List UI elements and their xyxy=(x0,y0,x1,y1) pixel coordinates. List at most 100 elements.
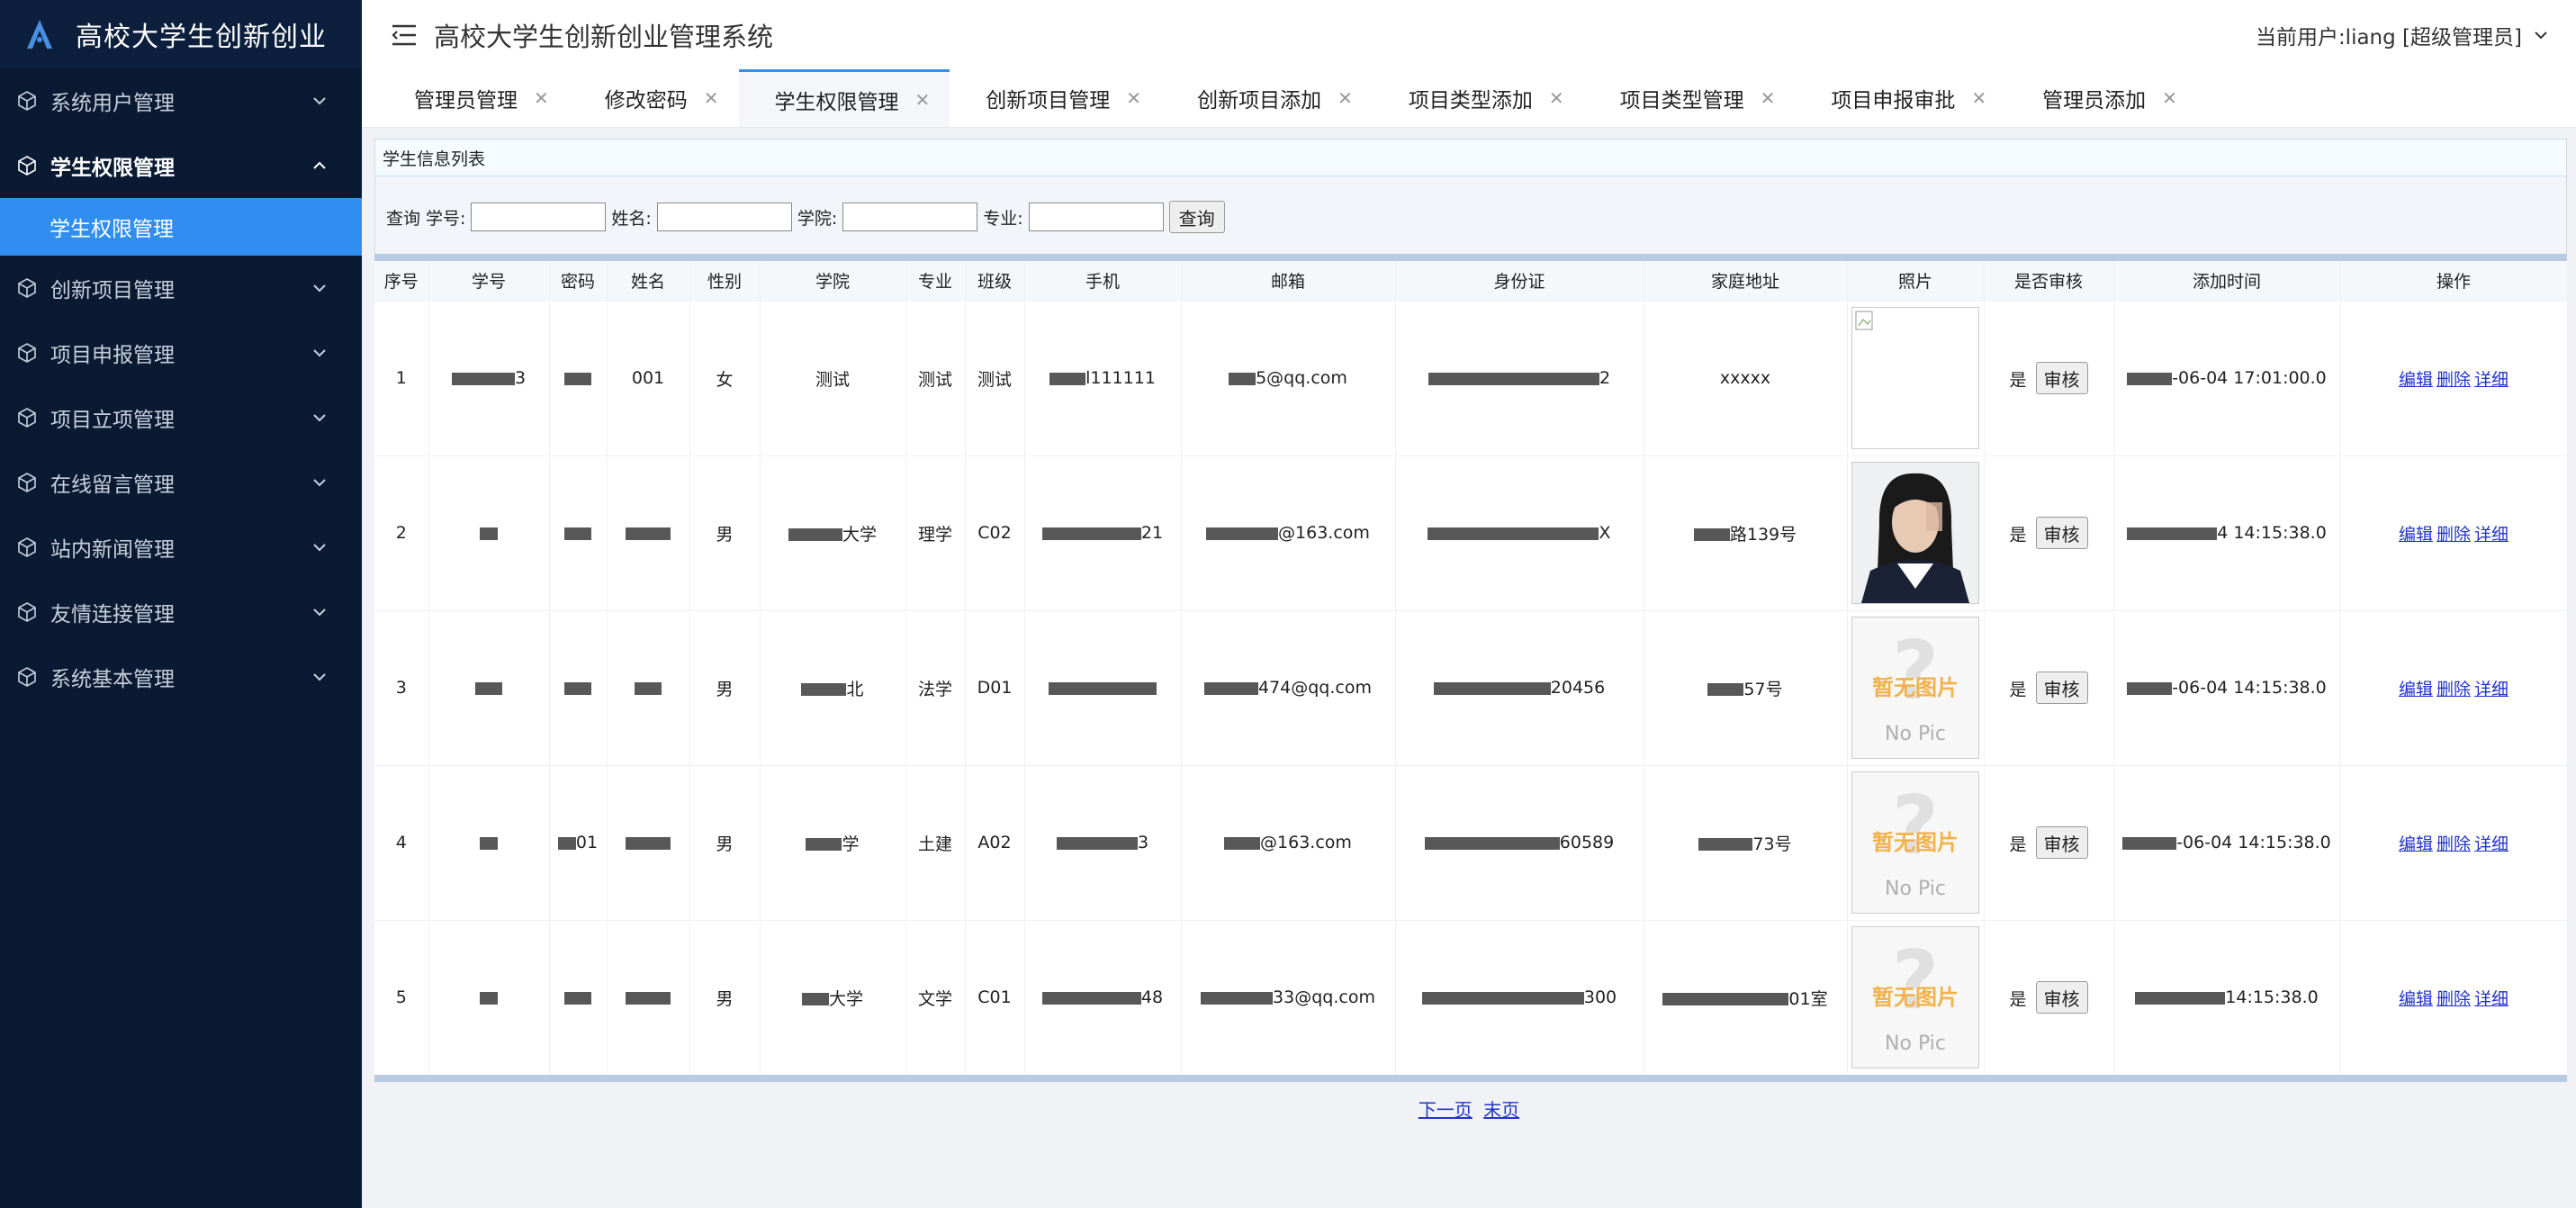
table-header-row: 序号 学号 密码 姓名 性别 学院 专业 班级 手机 邮箱 身份证 家庭地址 照片 是否审核 添加时间 操作 xyxy=(374,261,2568,301)
cell-name xyxy=(607,455,690,610)
detail-link[interactable]: 详细 xyxy=(2474,370,2508,390)
edit-link[interactable]: 编辑 xyxy=(2399,370,2433,390)
cell-sid: 3 xyxy=(428,300,550,455)
tab-4[interactable]: 创新项目添加 ✕ xyxy=(1161,69,1373,127)
college-input[interactable] xyxy=(842,203,978,231)
photo-frame xyxy=(1851,307,1979,449)
redaction-mask xyxy=(1049,372,1086,385)
pager: 下一页 末页 xyxy=(362,1095,2576,1122)
review-button[interactable]: 审核 xyxy=(2035,362,2088,394)
tab-label: 项目类型添加 xyxy=(1408,89,1533,113)
cell-text: 北 xyxy=(846,679,864,699)
cell-text: -06-04 17:01:00.0 xyxy=(2172,368,2327,388)
search-button[interactable]: 查询 xyxy=(1168,201,1225,233)
cell-college: 北 xyxy=(760,609,906,765)
cell-idcard: 60589 xyxy=(1395,764,1644,920)
tab-1[interactable]: 修改密码 ✕ xyxy=(569,69,739,127)
name-input[interactable] xyxy=(656,203,792,231)
cell-text: 男 xyxy=(716,834,734,854)
tab-3[interactable]: 创新项目管理 ✕ xyxy=(950,69,1161,127)
sidebar-item-4[interactable]: 项目立项管理 xyxy=(0,385,362,450)
delete-link[interactable]: 删除 xyxy=(2436,680,2471,699)
table-row: 2 男 大学 理学 C02 21 @163.com X 路139号 是审核 4 14:15:38.0… xyxy=(374,455,2568,610)
sidebar-menu: 系统用户管理 学生权限管理 学生权限管理 创新项目管理 项目申报管理 项目立项管理 在线留言… xyxy=(0,68,362,709)
cube-icon xyxy=(18,343,36,363)
delete-link[interactable]: 删除 xyxy=(2436,525,2471,545)
column-header: 操作 xyxy=(2340,261,2568,301)
cell-ops: 编辑 删除 详细 xyxy=(2340,300,2568,455)
cell-pwd xyxy=(549,919,608,1075)
tab-6[interactable]: 项目类型管理 ✕ xyxy=(1584,69,1796,127)
sidebar: 高校大学生创新创业 系统用户管理 学生权限管理 学生权限管理 创新项目管理 项目申报管理… xyxy=(0,0,362,1208)
detail-link[interactable]: 详细 xyxy=(2474,525,2508,545)
tab-0[interactable]: 管理员管理 ✕ xyxy=(378,69,569,127)
cell-text: 男 xyxy=(716,988,734,1009)
close-icon[interactable]: ✕ xyxy=(534,87,549,109)
review-button[interactable]: 审核 xyxy=(2035,981,2088,1014)
sidebar-item-8[interactable]: 系统基本管理 xyxy=(0,645,362,709)
cell-text: 女 xyxy=(716,369,734,390)
cell-text: 14:15:38.0 xyxy=(2225,987,2319,1008)
cell-text: @163.com xyxy=(1278,523,1370,543)
chevron-up-icon xyxy=(313,161,326,169)
cell-text: 路139号 xyxy=(1729,524,1797,545)
no-pic-placeholder: ?暂无图片 No Pic xyxy=(1852,772,1978,913)
search-bar: 查询 学号: 姓名: 学院: 专业: 查询 xyxy=(374,176,2567,257)
close-icon[interactable]: ✕ xyxy=(1338,87,1353,109)
system-title: 高校大学生创新创业管理系统 xyxy=(434,22,774,52)
chevron-down-icon xyxy=(2535,32,2547,40)
sidebar-item-7[interactable]: 友情连接管理 xyxy=(0,580,362,645)
delete-link[interactable]: 删除 xyxy=(2436,834,2471,854)
close-icon[interactable]: ✕ xyxy=(1549,87,1564,109)
detail-link[interactable]: 详细 xyxy=(2474,680,2508,699)
edit-link[interactable]: 编辑 xyxy=(2399,525,2433,545)
close-icon[interactable]: ✕ xyxy=(1126,87,1141,109)
edit-link[interactable]: 编辑 xyxy=(2399,834,2433,854)
redaction-mask xyxy=(1428,527,1599,540)
sidebar-item-0[interactable]: 系统用户管理 xyxy=(0,68,362,133)
cell-major: 文学 xyxy=(905,919,966,1075)
column-header: 专业 xyxy=(905,261,966,301)
table-body: 1 3 001 女测试 测试 测试 l111111 5@qq.com 2 xxxxx 是审核 -06-… xyxy=(374,300,2568,1075)
review-button[interactable]: 审核 xyxy=(2035,672,2088,704)
sidebar-item-label: 站内新闻管理 xyxy=(50,538,175,562)
sidebar-item-6[interactable]: 站内新闻管理 xyxy=(0,515,362,580)
sidebar-item-5[interactable]: 在线留言管理 xyxy=(0,450,362,515)
audit-status: 是 xyxy=(2009,525,2027,545)
tab-5[interactable]: 项目类型添加 ✕ xyxy=(1373,69,1584,127)
tab-2[interactable]: 学生权限管理 ✕ xyxy=(738,69,950,127)
sidebar-item-1[interactable]: 学生权限管理 xyxy=(0,133,362,198)
cell-text: 48 xyxy=(1140,987,1164,1008)
review-button[interactable]: 审核 xyxy=(2035,517,2088,549)
cell-idcard: 300 xyxy=(1395,919,1644,1075)
student-id-input[interactable] xyxy=(471,203,607,231)
menu-toggle-icon[interactable] xyxy=(391,23,418,48)
delete-link[interactable]: 删除 xyxy=(2436,989,2471,1009)
student-photo xyxy=(1852,463,1978,603)
close-icon[interactable]: ✕ xyxy=(2162,87,2177,109)
detail-link[interactable]: 详细 xyxy=(2474,989,2508,1009)
current-user-dropdown[interactable]: 当前用户:liang [超级管理员] xyxy=(2256,20,2549,50)
broken-image-icon xyxy=(1852,308,1978,448)
delete-link[interactable]: 删除 xyxy=(2436,370,2471,390)
close-icon[interactable]: ✕ xyxy=(1971,87,1986,109)
cell-text: @163.com xyxy=(1260,833,1352,852)
edit-link[interactable]: 编辑 xyxy=(2399,989,2433,1009)
close-icon[interactable]: ✕ xyxy=(915,89,931,111)
close-icon[interactable]: ✕ xyxy=(1761,87,1776,109)
redaction-mask xyxy=(564,527,591,540)
cell-phone: 3 xyxy=(1024,764,1182,920)
submenu-item-0[interactable]: 学生权限管理 xyxy=(0,198,362,256)
major-input[interactable] xyxy=(1028,203,1164,231)
review-button[interactable]: 审核 xyxy=(2035,826,2088,859)
tab-8[interactable]: 管理员添加 ✕ xyxy=(2006,69,2197,127)
sidebar-item-3[interactable]: 项目申报管理 xyxy=(0,320,362,385)
next-page-link[interactable]: 下一页 xyxy=(1419,1099,1473,1121)
edit-link[interactable]: 编辑 xyxy=(2399,680,2433,699)
close-icon[interactable]: ✕ xyxy=(704,87,719,109)
last-page-link[interactable]: 末页 xyxy=(1483,1099,1519,1121)
tab-7[interactable]: 项目申报审批 ✕ xyxy=(1795,69,2006,127)
detail-link[interactable]: 详细 xyxy=(2474,834,2508,854)
cell-text: 57号 xyxy=(1743,679,1783,699)
sidebar-item-2[interactable]: 创新项目管理 xyxy=(0,256,362,320)
